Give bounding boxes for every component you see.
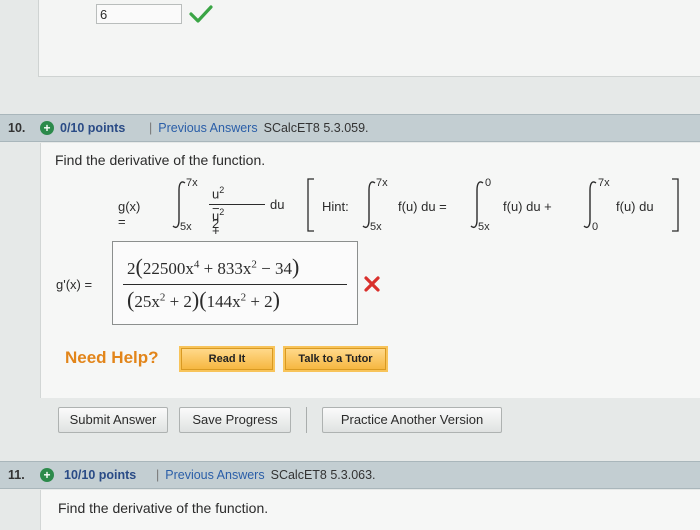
fraction-bar [209, 204, 265, 205]
hint-expression-2: f(u) du + [503, 199, 552, 214]
answer-lhs: g'(x) = [56, 277, 93, 292]
question-10-header: 10. + 0/10 points | Previous Answers SCalc… [0, 114, 700, 142]
need-help-label: Need Help? [65, 348, 159, 367]
hint-expression-3: f(u) du [616, 199, 654, 214]
numerator-term-a: 22500x [142, 259, 194, 278]
hint-expression-1: f(u) du = [398, 199, 447, 214]
close-paren: ) [272, 287, 280, 312]
talk-to-tutor-button[interactable]: Talk to a Tutor [283, 346, 388, 372]
denominator-term-a: 25x [134, 292, 160, 311]
question-number: 11. [8, 468, 25, 482]
previous-answers-link[interactable]: Previous Answers [165, 468, 264, 482]
previous-answers-link[interactable]: Previous Answers [158, 121, 257, 135]
submit-answer-button[interactable]: Submit Answer [58, 407, 168, 433]
question-prompt: Find the derivative of the function. [58, 500, 269, 516]
read-it-button[interactable]: Read It [179, 346, 275, 372]
integral-upper-limit: 7x [186, 177, 198, 189]
question-points: 0/10 points [60, 121, 126, 135]
right-bracket-icon [672, 178, 679, 232]
denominator-term-b: 144x [206, 292, 241, 311]
question-source: SCalcET8 5.3.059. [263, 121, 369, 135]
button-divider [306, 407, 307, 433]
question-number: 10. [8, 121, 26, 135]
answer-fraction-bar [123, 284, 347, 285]
practice-another-version-button[interactable]: Practice Another Version [322, 407, 502, 433]
integral-lower-limit: 5x [180, 221, 192, 233]
numerator-term-b: + 833x [199, 259, 252, 278]
denominator-term-b-constant: + 2 [246, 292, 273, 311]
answer-numerator: 2(22500x4 + 833x2 − 34) [127, 254, 299, 280]
left-bracket-icon [307, 178, 314, 232]
question-source: SCalcET8 5.3.063. [270, 468, 376, 482]
hint-lower-limit-1: 5x [370, 221, 382, 233]
question-points: 10/10 points [64, 468, 137, 482]
header-separator: | [149, 121, 153, 135]
hint-lower-limit-2: 5x [478, 221, 490, 233]
checkmark-icon [189, 5, 213, 23]
denominator-exponent: 2 [219, 207, 225, 217]
hint-upper-limit-1: 7x [376, 177, 388, 189]
hint-label: Hint: [322, 199, 349, 214]
numerator-exponent: 2 [219, 185, 225, 195]
answer-denominator: (25x2 + 2)(144x2 + 2) [127, 287, 280, 313]
question-11-header: 11. + 10/10 points | Previous Answers SCal… [0, 461, 700, 489]
close-paren: ) [292, 254, 300, 279]
differential: du [270, 197, 285, 212]
denominator-term-a-constant: + 2 [165, 292, 192, 311]
previous-answer-field[interactable]: 6 [96, 4, 182, 24]
expand-plus-icon[interactable]: + [40, 121, 54, 135]
hint-upper-limit-2: 0 [485, 177, 492, 189]
numerator-coefficient: 2 [127, 259, 136, 278]
question-prompt: Find the derivative of the function. [55, 152, 266, 168]
hint-upper-limit-3: 7x [598, 177, 610, 189]
x-mark-icon [364, 276, 380, 292]
numerator-term-c: − 34 [256, 259, 293, 278]
hint-lower-limit-3: 0 [592, 221, 599, 233]
expand-plus-icon[interactable]: + [40, 468, 54, 482]
header-separator: | [156, 468, 160, 482]
previous-question-panel: 6 [38, 0, 700, 77]
save-progress-button[interactable]: Save Progress [179, 407, 291, 433]
function-lhs: g(x) = [118, 199, 141, 229]
answer-input[interactable]: 2(22500x4 + 833x2 − 34) (25x2 + 2)(144x2… [112, 241, 358, 325]
open-paren: ( [135, 254, 143, 279]
open-paren: ( [199, 287, 207, 312]
